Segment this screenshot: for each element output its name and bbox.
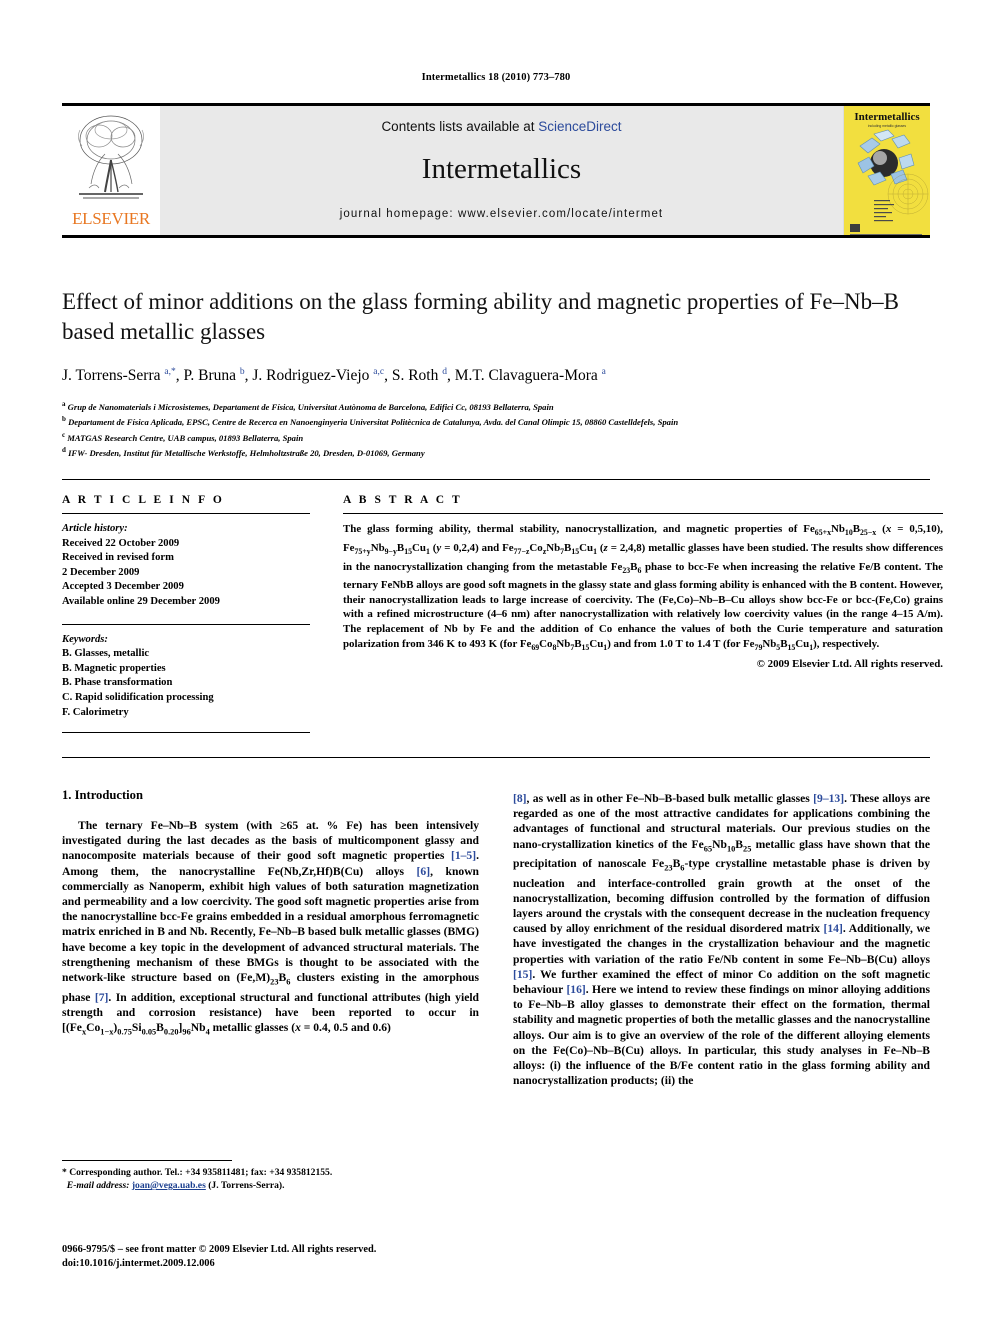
history-item: Received in revised form [62,552,174,564]
history-item: Received 22 October 2009 [62,537,180,549]
history-item: 2 December 2009 [62,566,140,578]
svg-text:Intermetallics: Intermetallics [854,111,920,123]
contents-prefix: Contents lists available at [381,119,539,134]
abstract-copyright: © 2009 Elsevier Ltd. All rights reserved… [756,658,943,671]
abstract-body: The glass forming ability, thermal stabi… [343,523,943,652]
article-info-column: A R T I C L E I N F O Article history: R… [62,494,310,741]
article-title: Effect of minor additions on the glass f… [62,289,899,344]
sciencedirect-link[interactable]: ScienceDirect [538,119,621,134]
paper-page: Intermetallics 18 (2010) 773–780 ELSEVIE… [0,0,992,1323]
author-list: J. Torrens-Serra a,*, P. Bruna b, J. Rod… [62,367,606,385]
keywords-block: Keywords: B. Glasses, metallic B. Magnet… [62,633,310,721]
corresponding-author-line: * Corresponding author. Tel.: +34 935811… [62,1167,333,1178]
email-link[interactable]: joan@vega.uab.es [132,1180,206,1191]
keyword-item: C. Rapid solidification processing [62,691,214,703]
keywords-label: Keywords: [62,633,108,645]
email-line: E-mail address: joan@vega.uab.es (J. Tor… [62,1179,479,1192]
history-item: Accepted 3 December 2009 [62,581,184,593]
info-divider-top [62,513,310,514]
article-history-label: Article history: [62,523,128,534]
body-paragraph: [8], as well as in other Fe–Nb–B-based b… [513,792,931,1088]
divider-above-abstract [62,479,930,480]
affiliation-item: b Departament de Física Aplicada, EPSC, … [62,415,679,428]
corresponding-author-footnote: * Corresponding author. Tel.: +34 935811… [62,1166,479,1192]
journal-cover-thumbnail: Intermetallics including metallic glasse… [843,106,930,235]
divider-below-abstract [62,757,930,758]
journal-title: Intermetallics [421,153,582,185]
footnote-divider [62,1160,232,1161]
history-item: Available online 29 December 2009 [62,595,220,607]
affiliation-list: a Grup de Nanomaterials i Microsistemes,… [62,398,942,460]
elsevier-wordmark: ELSEVIER [72,209,150,228]
email-suffix: (J. Torrens-Serra). [208,1180,285,1192]
keyword-item: F. Calorimetry [62,706,129,718]
issn-line: 0966-9795/$ – see front matter © 2009 El… [62,1244,377,1255]
keyword-item: B. Glasses, metallic [62,648,150,660]
body-paragraph: The ternary Fe–Nb–B system (with ≥65 at.… [62,819,480,1037]
elsevier-logo: ELSEVIER [62,106,160,235]
issn-copyright-block: 0966-9795/$ – see front matter © 2009 El… [62,1243,492,1270]
contents-lists-line: Contents lists available at ScienceDirec… [160,106,843,134]
elsevier-tree-icon [78,115,144,199]
info-divider-bottom [62,732,310,734]
body-column-right: [8], as well as in other Fe–Nb–B-based b… [513,791,930,1088]
journal-masthead: ELSEVIER Contents lists available at Sci… [62,103,930,238]
doi-line: doi:10.1016/j.intermet.2009.12.006 [62,1257,215,1269]
body-column-left: The ternary Fe–Nb–B system (with ≥65 at.… [62,818,479,1039]
affiliation-item: a Grup de Nanomaterials i Microsistemes,… [62,400,554,412]
journal-homepage-line[interactable]: journal homepage: www.elsevier.com/locat… [160,208,843,220]
masthead-center: Contents lists available at ScienceDirec… [160,106,843,235]
cover-artwork-icon: Intermetallics including metallic glasse… [844,106,930,235]
article-info-heading: A R T I C L E I N F O [62,494,225,506]
svg-text:including metallic glasses: including metallic glasses [868,124,907,128]
running-head: Intermetallics 18 (2010) 773–780 [421,72,571,83]
affiliation-item: d IFW- Dresden, Institut für Metallische… [62,446,425,459]
email-label: E-mail address: [66,1180,130,1192]
abstract-divider [343,513,943,514]
affiliation-item: c MATGAS Research Centre, UAB campus, 01… [62,430,304,443]
abstract-column: A B S T R A C T The glass forming abilit… [343,494,943,670]
article-history-block: Article history: Received 22 October 200… [62,522,310,610]
keyword-item: B. Phase transformation [62,677,173,689]
info-divider-middle [62,623,310,625]
section-heading-introduction: 1. Introduction [62,788,143,802]
abstract-heading: A B S T R A C T [343,494,463,506]
keyword-item: B. Magnetic properties [62,662,166,674]
